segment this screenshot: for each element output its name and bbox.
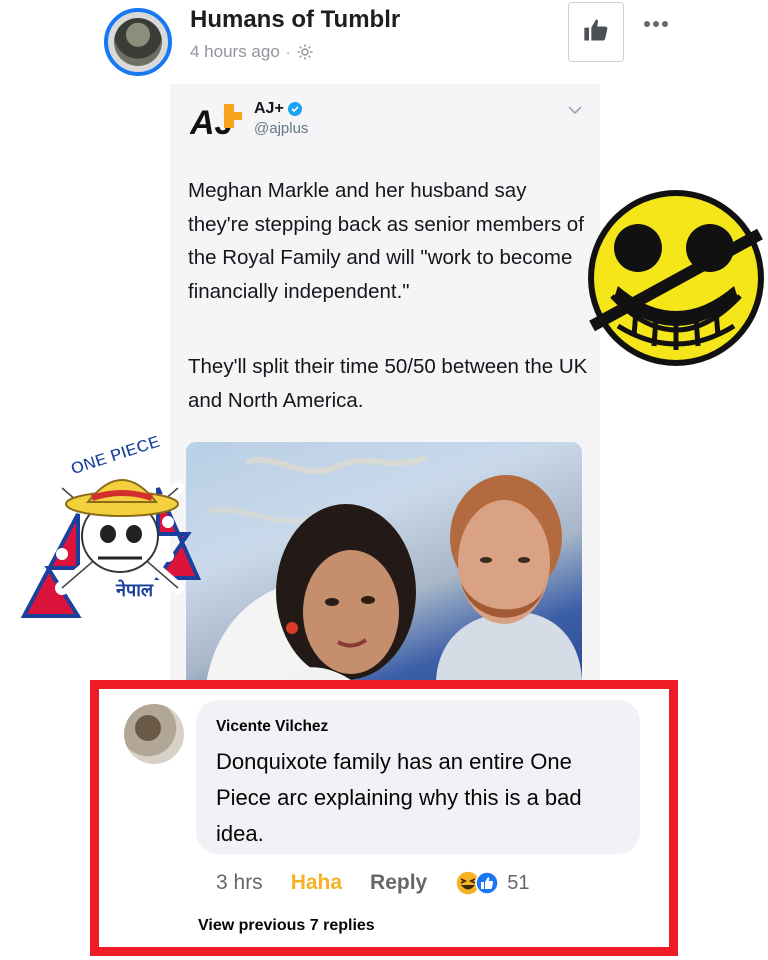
reply-button[interactable]: Reply [370, 871, 427, 895]
verified-badge-icon [287, 102, 302, 116]
page-name[interactable]: Humans of Tumblr [190, 6, 400, 34]
like-emoji-icon [475, 871, 499, 895]
comment-time[interactable]: 3 hrs [216, 871, 263, 895]
post-timestamp[interactable]: 4 hours ago [190, 42, 280, 62]
comment-text: Donquixote family has an entire One Piec… [216, 749, 582, 846]
gear-icon [296, 43, 314, 61]
reaction-icons [455, 870, 499, 896]
tweet-account-name[interactable]: AJ+ [254, 100, 302, 118]
like-page-button[interactable] [568, 2, 624, 62]
tweet-text-paragraph-2: They'll split their time 50/50 between t… [188, 355, 588, 412]
post-meta: 4 hours ago · [190, 42, 314, 62]
thumbs-up-icon [582, 16, 610, 49]
comment-author[interactable]: Vicente Vilchez [216, 718, 328, 736]
ajplus-logo: AJ [189, 100, 242, 144]
comment-reactions[interactable]: 51 [455, 870, 529, 896]
one-piece-nepal-sticker: ONE PIECE नेपाल [18, 418, 218, 618]
nepal-text: नेपाल [115, 579, 154, 601]
reaction-count: 51 [507, 871, 530, 894]
chevron-down-icon[interactable] [568, 102, 582, 120]
meta-separator: · [285, 44, 291, 60]
ellipsis-icon [643, 15, 669, 33]
tweet-photo[interactable] [186, 442, 582, 684]
one-piece-logo-text: ONE PIECE [68, 432, 162, 479]
tweet-text-paragraph-1: Meghan Markle and her husband say they'r… [188, 179, 584, 303]
page-avatar-image [114, 18, 162, 66]
comment-actions: 3 hrs Haha Reply 51 [216, 868, 529, 898]
tweet-handle[interactable]: @ajplus [254, 120, 308, 137]
embedded-tweet[interactable]: AJ AJ+ @ajplus Meghan Markle and her hus… [170, 84, 600, 684]
page-avatar[interactable] [104, 8, 172, 76]
commenter-avatar[interactable] [124, 704, 184, 764]
more-options-button[interactable] [636, 12, 676, 36]
haha-reaction-button[interactable]: Haha [291, 871, 342, 895]
doflamingo-jolly-roger-sticker [584, 186, 768, 370]
view-previous-replies-link[interactable]: View previous 7 replies [198, 917, 375, 935]
post-header: Humans of Tumblr 4 hours ago · [0, 0, 768, 84]
tweet-name-text: AJ+ [254, 100, 284, 117]
